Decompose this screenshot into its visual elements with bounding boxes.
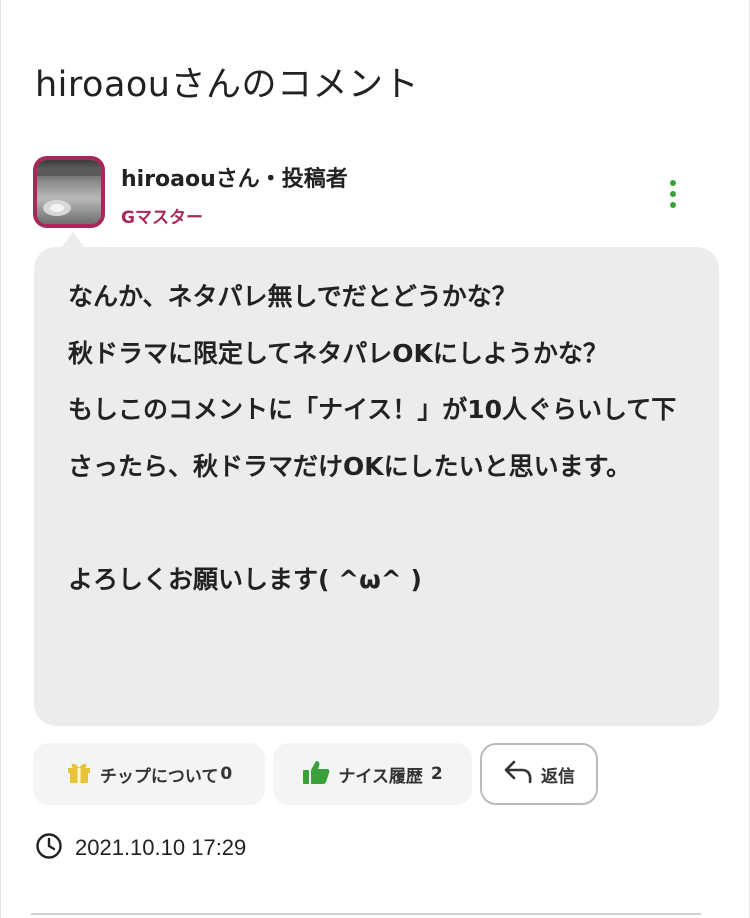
tip-button[interactable]: チップについて 0 bbox=[33, 743, 265, 805]
comment-body: なんか、ネタパレ無しでだとどうかな？ 秋ドラマに限定してネタパレOKにしようかな… bbox=[68, 282, 677, 594]
reply-label: 返信 bbox=[541, 766, 575, 787]
author-rank-badge: Gマスター bbox=[121, 208, 203, 228]
nice-label: ナイス履歴 bbox=[338, 766, 423, 787]
reply-button[interactable]: 返信 bbox=[480, 743, 598, 805]
avatar-image bbox=[37, 160, 101, 224]
nice-count: 2 bbox=[430, 764, 443, 784]
comment-timestamp: 2021.10.10 17:29 bbox=[75, 835, 247, 860]
thumbs-up-icon bbox=[302, 759, 330, 790]
nice-history-button[interactable]: ナイス履歴 2 bbox=[273, 743, 472, 805]
clock-icon bbox=[35, 832, 63, 864]
tip-count: 0 bbox=[220, 764, 233, 784]
comment-bubble: なんか、ネタパレ無しでだとどうかな？ 秋ドラマに限定してネタパレOKにしようかな… bbox=[34, 247, 719, 726]
gift-icon bbox=[66, 760, 92, 789]
comment-author[interactable]: hiroaouさん・投稿者 bbox=[121, 161, 348, 193]
avatar[interactable] bbox=[33, 156, 105, 228]
reply-arrow-icon bbox=[503, 759, 533, 790]
page-title: hiroaouさんのコメント bbox=[35, 65, 419, 105]
tip-label: チップについて bbox=[99, 766, 219, 787]
timestamp-row: 2021.10.10 17:29 bbox=[35, 832, 246, 864]
more-options-button[interactable] bbox=[661, 176, 685, 212]
bubble-tail bbox=[61, 232, 85, 248]
more-vertical-icon bbox=[670, 180, 676, 186]
divider bbox=[31, 913, 701, 915]
comment-page: hiroaouさんのコメント hiroaouさん・投稿者 Gマスター なんか、ネ… bbox=[0, 0, 750, 918]
